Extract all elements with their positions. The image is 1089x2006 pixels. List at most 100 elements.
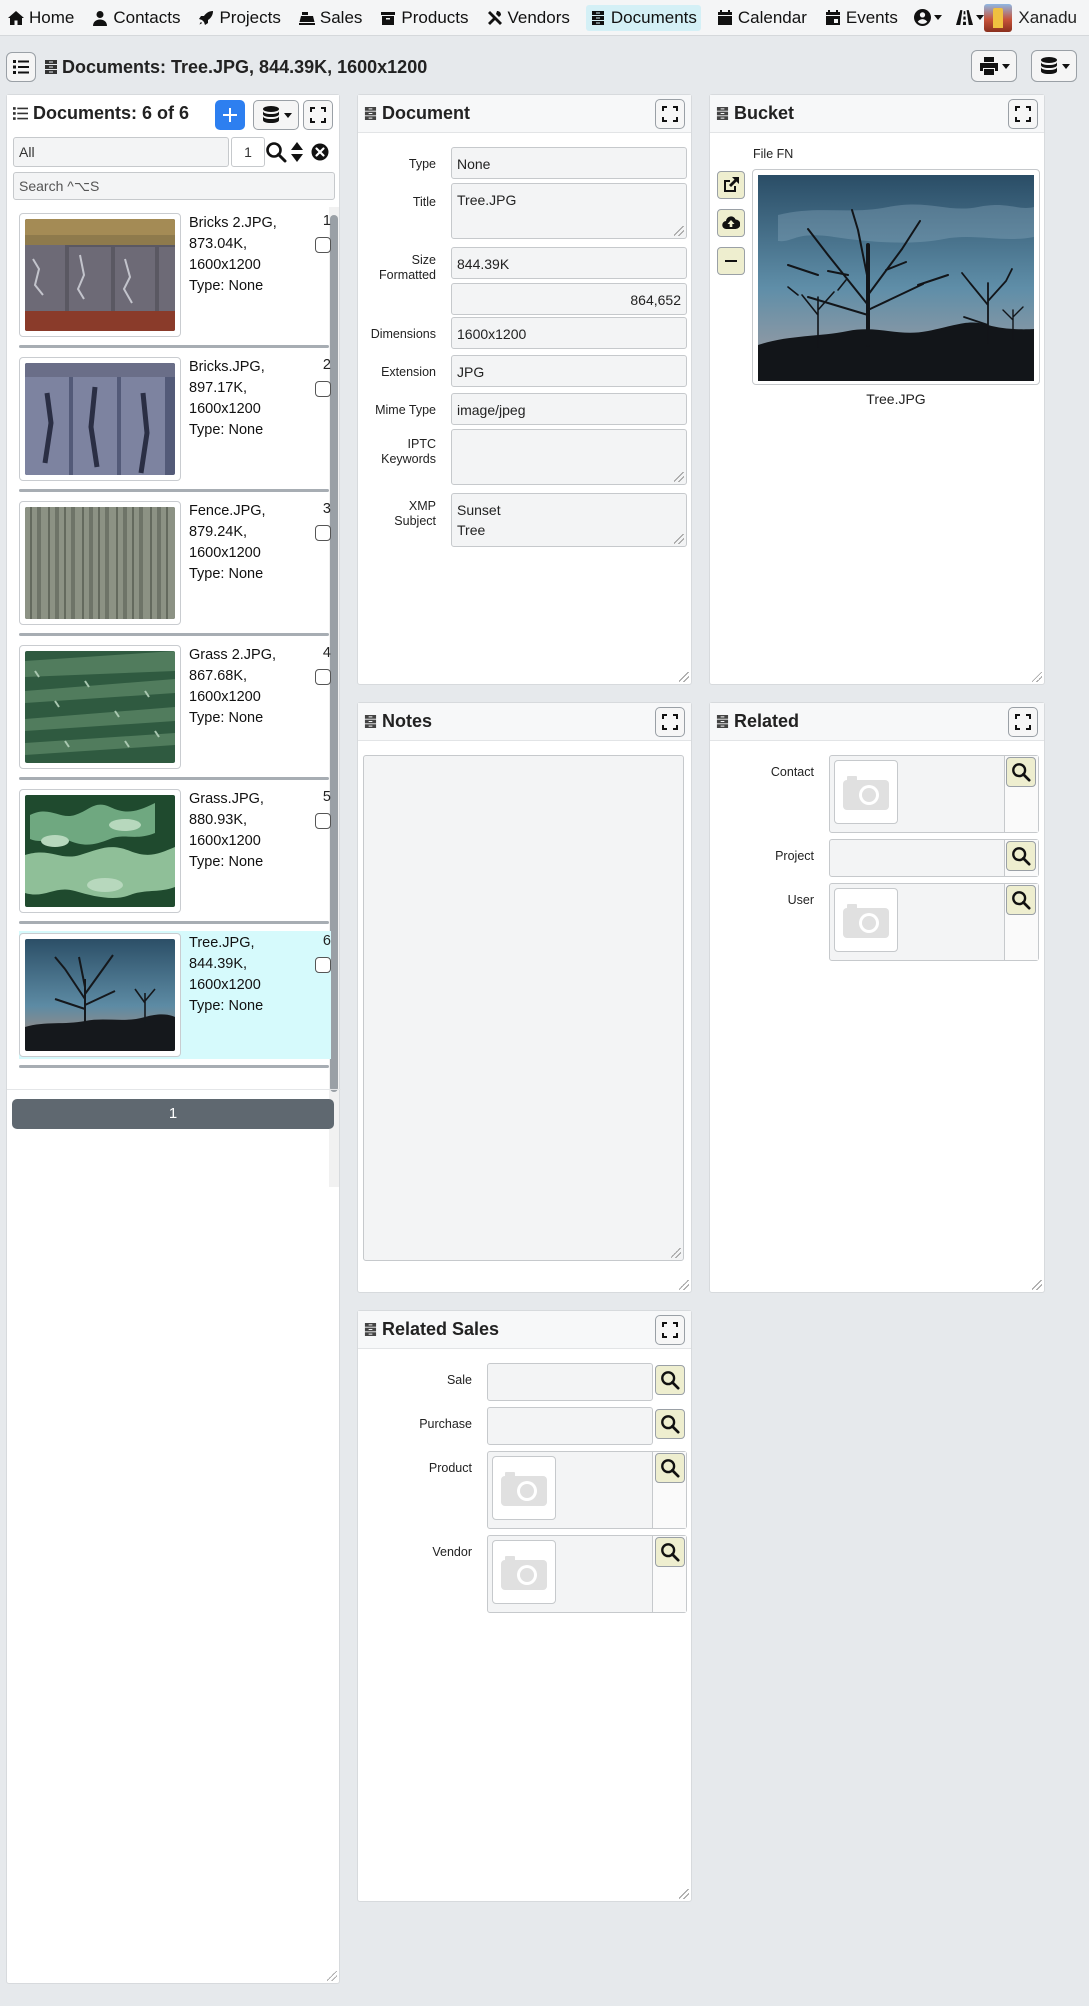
row-checkbox[interactable] <box>315 813 331 829</box>
related-panel-title-text: Related <box>734 711 800 731</box>
purchase-search-button[interactable] <box>655 1409 685 1439</box>
row-checkbox[interactable] <box>315 669 331 685</box>
nav-projects-label: Projects <box>219 7 281 27</box>
product-search-button[interactable] <box>655 1453 685 1483</box>
resize-handle[interactable] <box>679 1889 689 1899</box>
extension-field[interactable]: JPG <box>451 355 687 387</box>
size-bytes-field[interactable]: 864,652 <box>451 283 687 315</box>
project-search-button[interactable] <box>1006 841 1036 871</box>
vendor-search-button[interactable] <box>655 1537 685 1567</box>
resize-handle[interactable] <box>679 672 689 682</box>
nav-sales[interactable]: Sales <box>297 5 365 31</box>
clear-circle-icon[interactable] <box>311 143 329 161</box>
dimensions-field[interactable]: 1600x1200 <box>451 317 687 349</box>
doc-type: Type: None <box>189 422 264 438</box>
row-checkbox[interactable] <box>315 381 331 397</box>
open-external-button[interactable] <box>717 171 745 199</box>
related-expand-button[interactable] <box>1008 707 1038 737</box>
thumbnail-frame <box>19 357 181 481</box>
list-item[interactable]: Grass 2.JPG, 867.68K, 1600x1200 Type: No… <box>19 645 331 773</box>
list-toggle-button[interactable] <box>6 52 36 82</box>
list-item[interactable]: Bricks 2.JPG, 873.04K, 1600x1200 Type: N… <box>19 213 331 341</box>
resize-handle[interactable] <box>679 1280 689 1290</box>
doc-name: Bricks 2.JPG, <box>189 215 277 231</box>
filter-select[interactable]: All <box>13 137 229 167</box>
mime-type-field[interactable]: image/jpeg <box>451 393 687 425</box>
nav-projects[interactable]: Projects <box>196 5 282 31</box>
add-document-button[interactable] <box>215 100 245 130</box>
cash-register-icon <box>298 11 315 25</box>
sale-field[interactable] <box>487 1363 653 1401</box>
list-database-menu[interactable] <box>253 100 299 130</box>
title-field[interactable]: Tree.JPG <box>451 183 687 239</box>
list-expand-button[interactable] <box>303 100 333 130</box>
type-field[interactable]: None <box>451 147 687 179</box>
road-menu[interactable] <box>955 9 984 26</box>
list-panel-title: Documents: 6 of 6 <box>13 103 189 124</box>
pager-button[interactable]: 1 <box>12 1099 334 1129</box>
scrollbar-thumb[interactable] <box>330 215 338 1092</box>
related-sales-expand-button[interactable] <box>655 1315 685 1345</box>
upload-button[interactable] <box>717 209 745 237</box>
nav-products[interactable]: Products <box>378 5 470 31</box>
resize-handle[interactable] <box>1032 672 1042 682</box>
notes-expand-button[interactable] <box>655 707 685 737</box>
archive-icon <box>716 107 729 120</box>
resize-handle[interactable] <box>327 1971 337 1981</box>
resize-handle[interactable] <box>674 472 684 482</box>
contact-search-button[interactable] <box>1006 757 1036 787</box>
resize-handle[interactable] <box>671 1248 681 1258</box>
nav-vendors[interactable]: Vendors <box>485 5 572 31</box>
resize-handle[interactable] <box>674 226 684 236</box>
chevron-down-icon <box>1061 63 1070 69</box>
resize-handle[interactable] <box>1032 1280 1042 1290</box>
bucket-expand-button[interactable] <box>1008 99 1038 129</box>
search-input[interactable]: Search ^⌥S <box>13 172 335 200</box>
list-item-selected[interactable]: Tree.JPG, 844.39K, 1600x1200 Type: None … <box>19 933 331 1061</box>
list-item[interactable]: Grass.JPG, 880.93K, 1600x1200 Type: None… <box>19 789 331 917</box>
page-number-input[interactable]: 1 <box>231 137 265 167</box>
nav-calendar[interactable]: Calendar <box>715 5 809 31</box>
document-expand-button[interactable] <box>655 99 685 129</box>
purchase-field[interactable] <box>487 1407 653 1445</box>
search-icon <box>1012 763 1031 782</box>
search-icon[interactable] <box>265 141 287 163</box>
resize-handle[interactable] <box>674 534 684 544</box>
sort-icon[interactable] <box>290 141 304 163</box>
iptc-keywords-field[interactable] <box>451 429 687 485</box>
home-icon <box>8 10 24 25</box>
xmp-subject-field[interactable]: Sunset Tree <box>451 493 687 547</box>
mime-type-label: Mime Type <box>375 403 436 417</box>
remove-file-button[interactable] <box>717 247 745 275</box>
list-item[interactable]: Fence.JPG, 879.24K, 1600x1200 Type: None… <box>19 501 331 629</box>
thumbnail-image <box>25 939 175 1051</box>
user-search-button[interactable] <box>1006 885 1036 915</box>
calendar-icon <box>717 9 732 25</box>
nav-events[interactable]: Events <box>823 5 900 31</box>
list-item[interactable]: Bricks.JPG, 897.17K, 1600x1200 Type: Non… <box>19 357 331 485</box>
list-icon <box>13 106 28 120</box>
notes-textarea[interactable] <box>363 755 684 1261</box>
list-item-info: Grass 2.JPG, 867.68K, 1600x1200 Type: No… <box>189 645 276 729</box>
row-checkbox[interactable] <box>315 957 331 973</box>
row-checkbox[interactable] <box>315 237 331 253</box>
search-placeholder: Search ^⌥S <box>19 178 100 194</box>
nav-home[interactable]: Home <box>6 5 76 31</box>
account-menu[interactable] <box>913 9 942 26</box>
expand-icon <box>1015 106 1031 122</box>
user-menu[interactable]: Xanadu <box>984 4 1077 32</box>
bucket-image-frame[interactable] <box>752 169 1040 385</box>
person-icon <box>93 10 108 26</box>
expand-icon <box>1015 714 1031 730</box>
row-checkbox[interactable] <box>315 525 331 541</box>
dimensions-value: 1600x1200 <box>457 326 527 342</box>
title-bar: Documents: Tree.JPG, 844.39K, 1600x1200 <box>0 50 1089 84</box>
size-formatted-field[interactable]: 844.39K <box>451 247 687 279</box>
print-menu-button[interactable] <box>971 50 1017 82</box>
nav-documents[interactable]: Documents <box>585 4 701 31</box>
nav-contacts[interactable]: Contacts <box>90 5 182 31</box>
database-menu-button[interactable] <box>1031 50 1077 82</box>
page-title-text: Documents: Tree.JPG, 844.39K, 1600x1200 <box>62 56 428 77</box>
size-formatted-label: Size Formatted <box>358 253 436 283</box>
sale-search-button[interactable] <box>655 1365 685 1395</box>
